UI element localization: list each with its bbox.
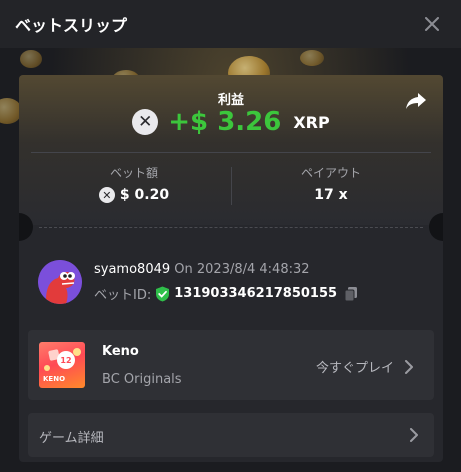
payout-value: 17 x bbox=[314, 187, 348, 203]
bet-amount-value-row: ✕ $ 0.20 bbox=[39, 187, 229, 203]
profit-section: 利益 ✕ +$ 3.26 XRP ベット額 ✕ $ 0.20 ペイアウト 17 … bbox=[19, 75, 443, 225]
game-link[interactable]: 12 KENO Keno BC Originals 今すぐプレイ bbox=[28, 330, 434, 400]
payout-label: ペイアウト bbox=[300, 166, 361, 180]
game-thumb-label: KENO bbox=[43, 375, 66, 383]
bet-amount-stat: ベット額 ✕ $ 0.20 bbox=[39, 164, 229, 203]
game-provider: BC Originals bbox=[102, 372, 182, 387]
xrp-icon: ✕ bbox=[98, 187, 115, 203]
user-line: syamo8049 On 2023/8/4 4:48:32 bbox=[94, 262, 310, 277]
avatar[interactable] bbox=[38, 260, 82, 304]
play-now-label: 今すぐプレイ bbox=[316, 361, 395, 376]
keno-ball-number: 12 bbox=[60, 356, 71, 365]
decorative-coin bbox=[20, 50, 42, 68]
close-icon[interactable] bbox=[425, 17, 439, 31]
game-details-label: ゲーム詳細 bbox=[39, 431, 104, 446]
play-now-button[interactable]: 今すぐプレイ bbox=[316, 357, 414, 376]
game-name: Keno bbox=[102, 344, 139, 359]
bet-amount-value: $ 0.20 bbox=[119, 187, 170, 203]
game-details-row[interactable]: ゲーム詳細 bbox=[28, 413, 434, 457]
bet-amount-label: ベット額 bbox=[109, 166, 158, 180]
profit-amount: +$ 3.26 bbox=[168, 107, 282, 137]
divider bbox=[31, 152, 431, 153]
chevron-right-icon bbox=[405, 359, 414, 374]
close-button[interactable] bbox=[421, 13, 443, 35]
game-thumbnail: 12 KENO bbox=[39, 342, 85, 388]
dashed-divider bbox=[39, 227, 423, 228]
bet-info: syamo8049 On 2023/8/4 4:48:32 ベットID: 131… bbox=[38, 260, 428, 306]
avatar-dino-icon bbox=[38, 260, 82, 304]
page-title: ベットスリップ bbox=[15, 16, 128, 35]
xrp-icon: ✕ bbox=[132, 109, 159, 135]
bet-id-label: ベットID: bbox=[94, 288, 152, 303]
username[interactable]: syamo8049 bbox=[94, 262, 170, 277]
bet-id-line: ベットID: 131903346217850155 bbox=[94, 284, 359, 303]
chevron-right-icon bbox=[410, 428, 418, 442]
shield-check-icon bbox=[156, 286, 170, 301]
share-icon[interactable] bbox=[405, 92, 427, 110]
profit-label: 利益 bbox=[217, 93, 244, 108]
bet-card: 利益 ✕ +$ 3.26 XRP ベット額 ✕ $ 0.20 ペイアウト 17 … bbox=[19, 75, 443, 462]
profit-row: ✕ +$ 3.26 XRP bbox=[19, 107, 443, 137]
copy-icon[interactable] bbox=[343, 286, 359, 302]
bet-id-value: 131903346217850155 bbox=[174, 286, 338, 301]
payout-stat: ペイアウト 17 x bbox=[236, 164, 426, 203]
profit-currency: XRP bbox=[293, 112, 330, 132]
bet-date: On 2023/8/4 4:48:32 bbox=[174, 262, 310, 277]
divider bbox=[231, 167, 232, 205]
decorative-coin bbox=[300, 50, 324, 66]
share-button[interactable] bbox=[405, 92, 429, 112]
bet-slip-header: ベットスリップ bbox=[0, 0, 461, 48]
